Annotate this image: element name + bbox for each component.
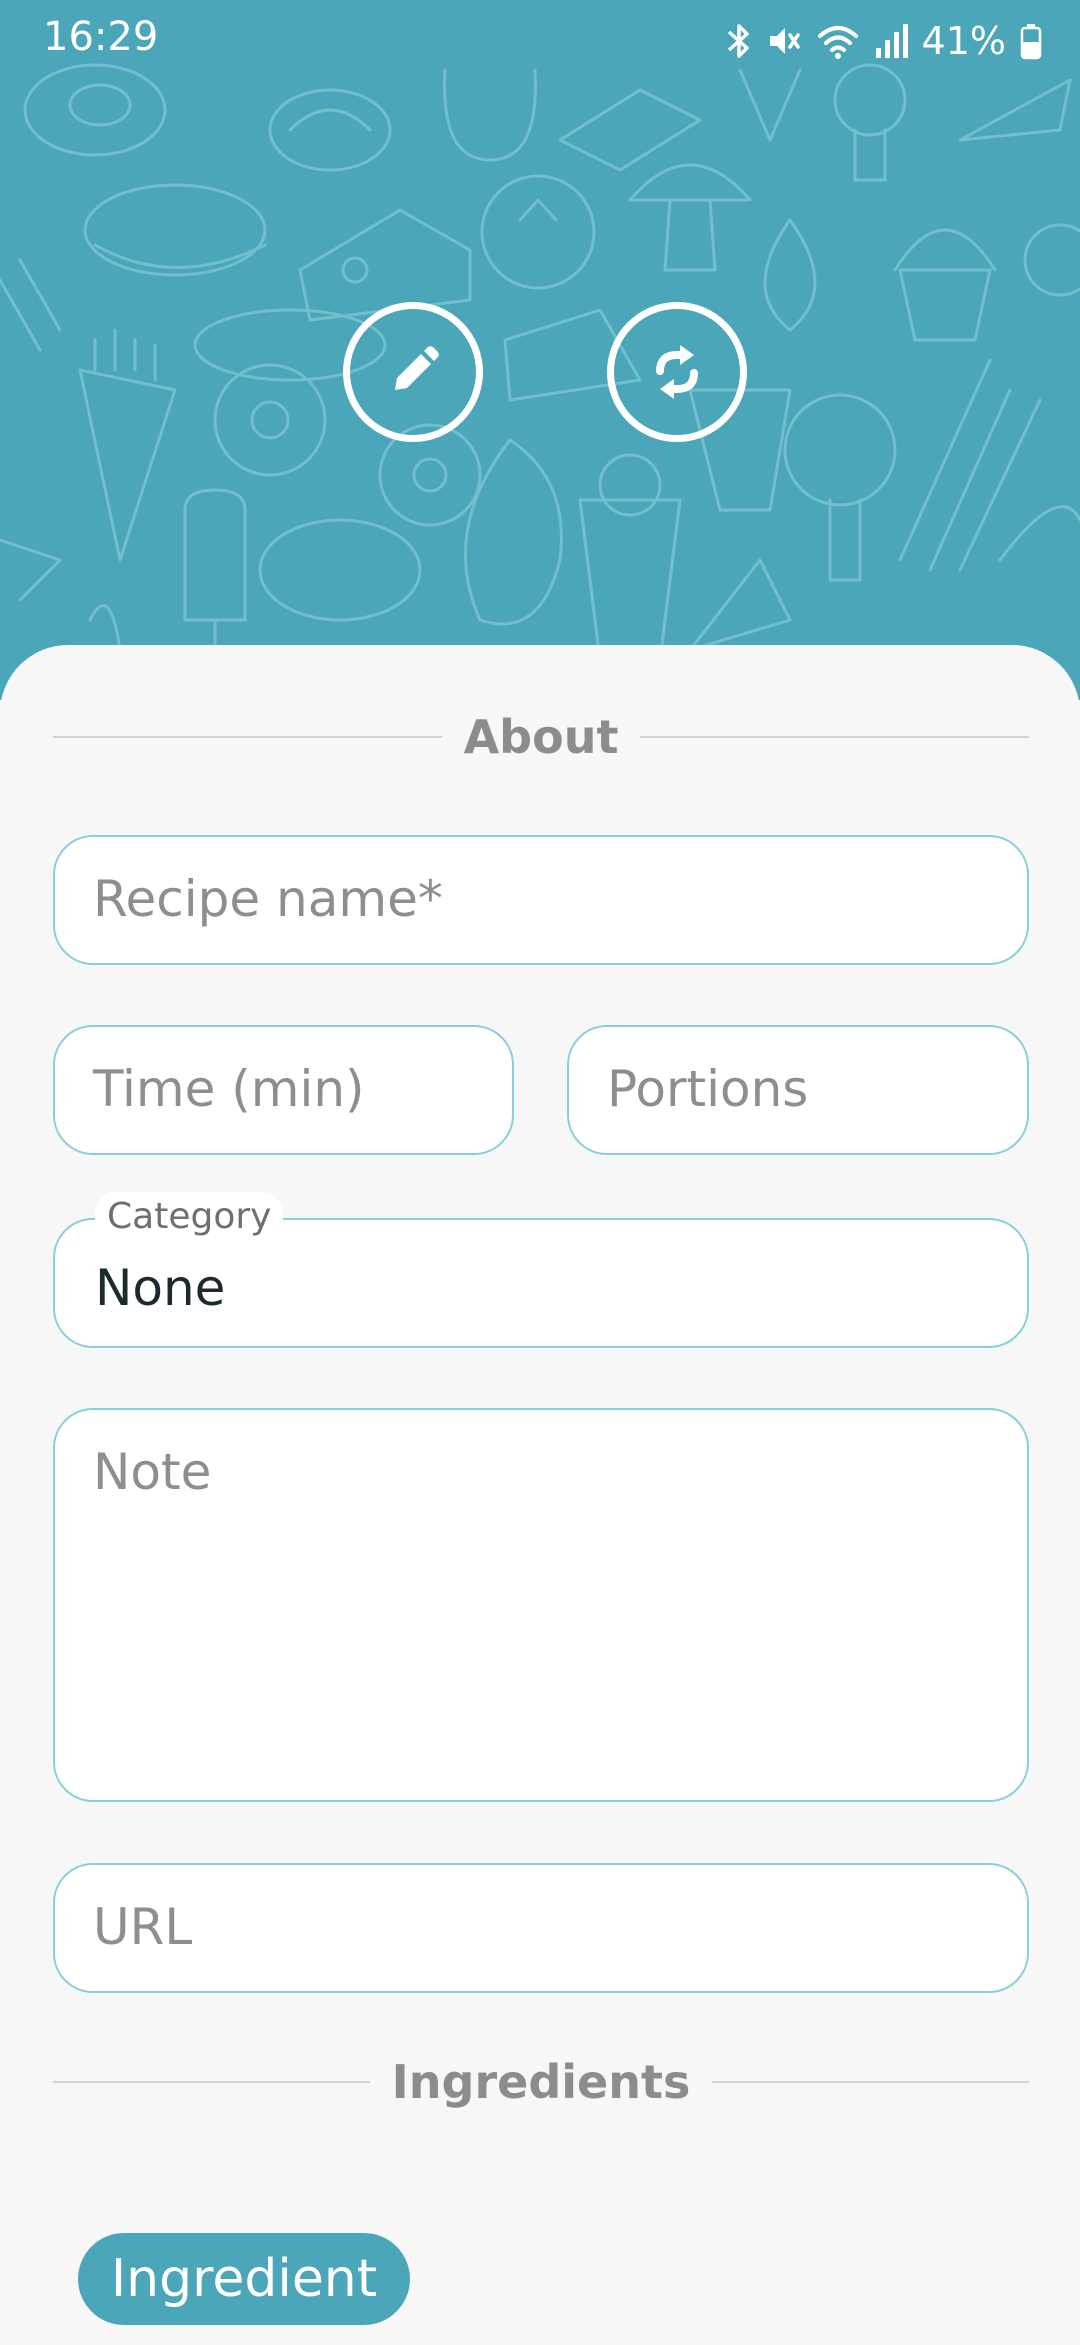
edit-photo-button[interactable] (343, 302, 483, 442)
divider-line (53, 2081, 370, 2083)
status-time: 16:29 (43, 14, 159, 60)
category-value: None (95, 1259, 226, 1317)
bluetooth-icon (727, 24, 749, 58)
food-pattern-background (0, 63, 1080, 662)
divider-line (640, 736, 1029, 738)
battery-icon (1020, 24, 1042, 60)
url-placeholder: URL (93, 1898, 193, 1956)
divider-line (53, 736, 442, 738)
about-section-title: About (463, 710, 619, 764)
ingredients-section-title: Ingredients (391, 2055, 691, 2109)
sync-icon (656, 345, 698, 399)
recipe-name-placeholder: Recipe name* (93, 870, 443, 928)
time-input[interactable]: Time (min) (53, 1025, 514, 1155)
status-bar: 16:29 41% (0, 0, 1080, 84)
portions-input[interactable]: Portions (567, 1025, 1029, 1155)
wifi-icon (817, 26, 858, 59)
ingredient-chip[interactable]: Ingredient (78, 2233, 410, 2325)
battery-percentage: 41% (921, 19, 1006, 63)
ingredients-section-header: Ingredients (53, 2052, 1029, 2112)
category-select[interactable]: Category None (53, 1192, 1029, 1348)
portions-placeholder: Portions (607, 1060, 809, 1118)
note-placeholder: Note (93, 1443, 212, 1501)
pencil-icon (395, 346, 439, 390)
time-placeholder: Time (min) (93, 1060, 365, 1118)
header-banner: 16:29 41% (0, 0, 1080, 700)
signal-icon (875, 24, 908, 58)
status-icons: 41% (726, 16, 1042, 66)
about-section-header: About (53, 707, 1029, 767)
sync-button[interactable] (607, 302, 747, 442)
mute-icon (769, 28, 800, 54)
note-textarea[interactable]: Note (53, 1408, 1029, 1802)
category-label: Category (95, 1192, 284, 1242)
form-sheet: About Recipe name* Time (min) Portions C… (0, 645, 1080, 2345)
divider-line (712, 2081, 1029, 2083)
recipe-name-input[interactable]: Recipe name* (53, 835, 1029, 965)
url-input[interactable]: URL (53, 1863, 1029, 1993)
